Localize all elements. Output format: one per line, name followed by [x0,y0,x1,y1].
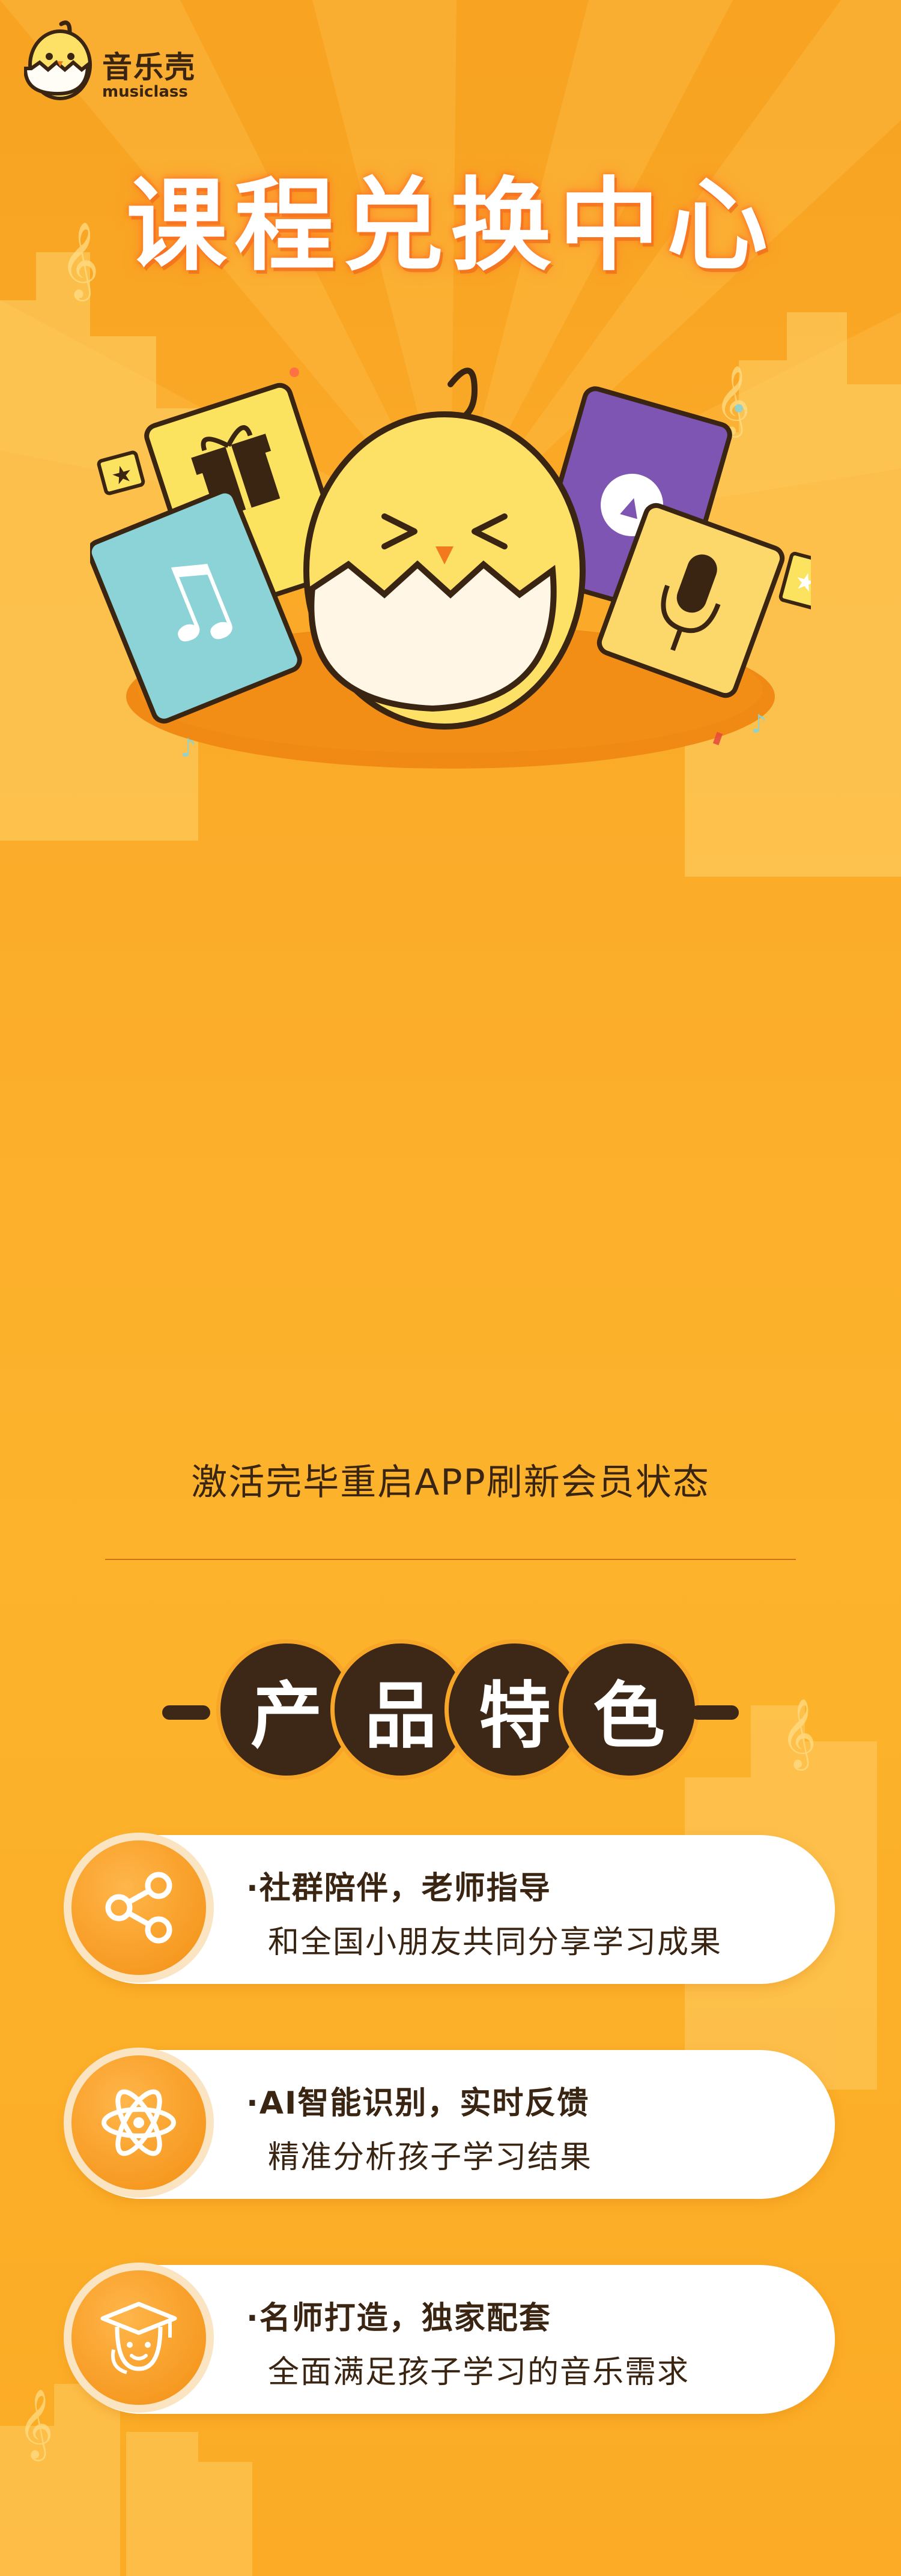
feature-description: 和全国小朋友共同分享学习成果 [268,1924,723,1961]
feature-card-teacher: ·名师打造，独家配套 全面满足孩子学习的音乐需求 [64,2263,835,2414]
share-icon [71,1840,206,1975]
svg-text:♪: ♪ [180,733,196,763]
feature-description: 精准分析孩子学习结果 [268,2139,593,2175]
feature-title: ·名师打造，独家配套 [246,2300,551,2336]
feature-card-ai: ·AI智能识别，实时反馈 精准分析孩子学习结果 [64,2048,835,2199]
chick-logo-icon [23,20,92,100]
title-dash-left [162,1705,210,1720]
divider [105,1559,796,1560]
page-title: 课程兑换中心 [126,167,775,285]
svg-text:𝄞: 𝄞 [781,1698,816,1771]
feature-title: ·AI智能识别，实时反馈 [246,2085,590,2121]
hero-illustration: ♫ ★ ★ ♪ ♪ [90,367,811,769]
star-tile-icon-left: ★ [97,450,145,495]
chick-mascot [303,367,586,730]
atom-icon [71,2055,206,2190]
features-section-title: 产 品 特 色 [162,1639,739,1783]
feature-card-community: ·社群陪伴，老师指导 和全国小朋友共同分享学习成果 [64,1833,835,1984]
brand-name-en: musiclass [102,83,188,101]
svg-text:𝄞: 𝄞 [18,2388,53,2461]
feature-title: ·社群陪伴，老师指导 [246,1870,551,1906]
teacher-icon [71,2270,206,2405]
brand-name-cn: 音乐壳 [102,50,196,85]
title-char-4: 色 [559,1639,699,1780]
svg-text:♪: ♪ [751,709,767,739]
brand-logo[interactable]: 音乐壳 musiclass [23,18,204,108]
star-tile-icon-right: ★ [778,552,811,611]
activation-notice: 激活完毕重启APP刷新会员状态 [191,1462,710,1504]
title-dash-right [691,1705,739,1720]
feature-description: 全面满足孩子学习的音乐需求 [268,2354,690,2390]
